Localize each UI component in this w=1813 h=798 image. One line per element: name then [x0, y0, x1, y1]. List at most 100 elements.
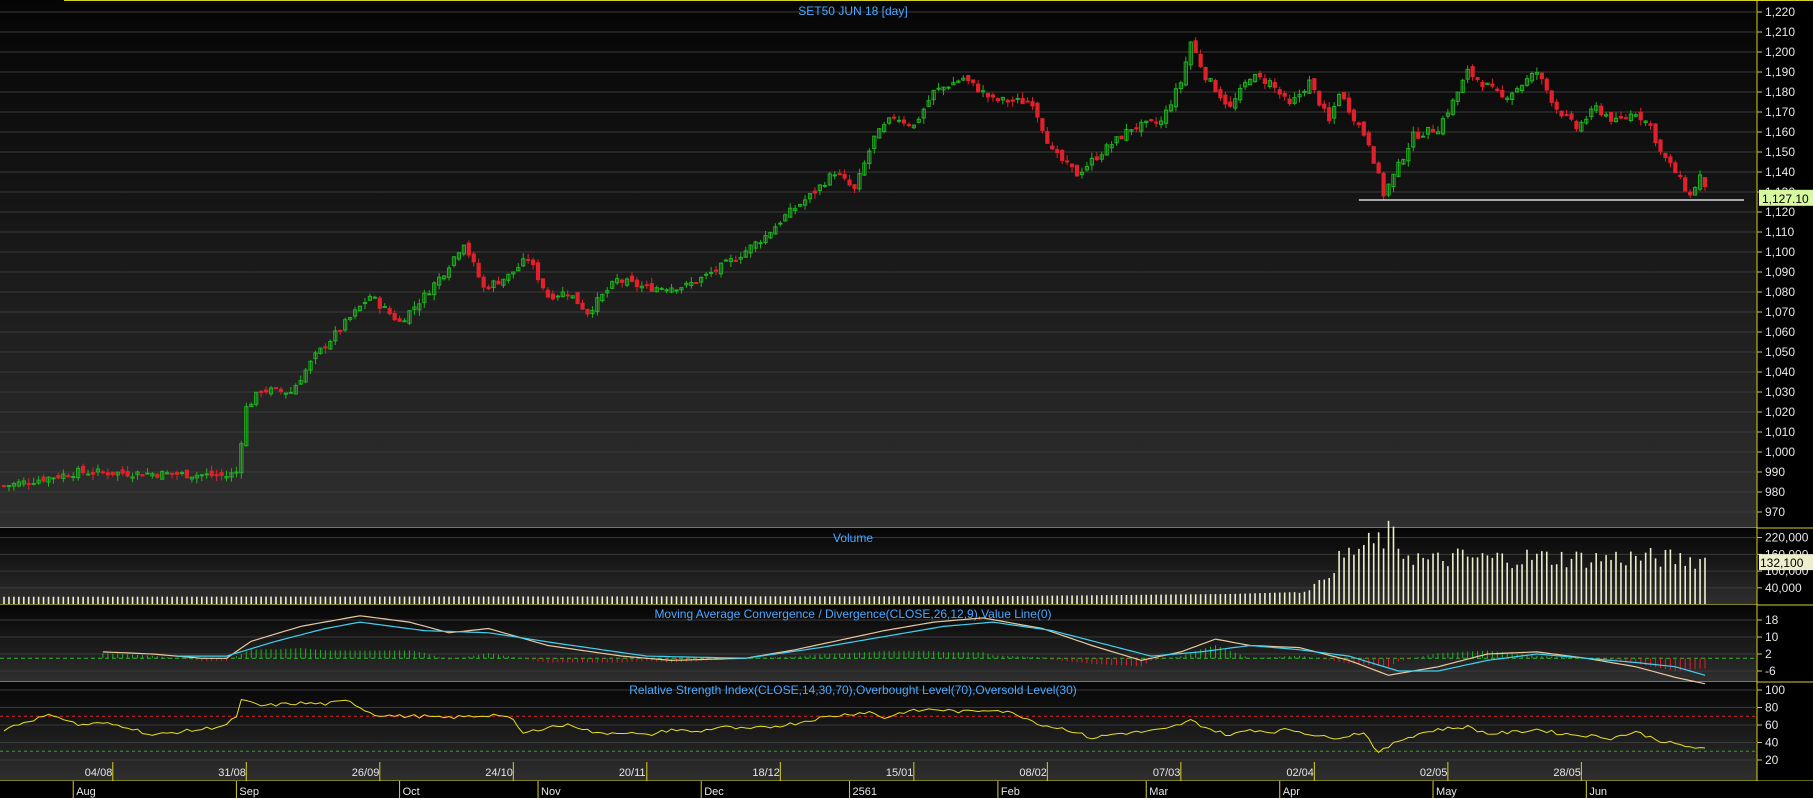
candle [1623, 117, 1628, 120]
date-tick-label: 31/08 [218, 767, 246, 779]
candle [1356, 122, 1361, 126]
y-tick-label: 1,110 [1765, 225, 1794, 239]
y-tick-label: 1,010 [1765, 425, 1795, 439]
candle [936, 87, 941, 90]
candle [1045, 130, 1050, 144]
y-tick-label: 20 [1765, 753, 1779, 767]
candle [852, 184, 857, 189]
panel-background-1 [0, 528, 1757, 605]
month-tick-label: Apr [1283, 786, 1300, 798]
y-tick-label: 1,170 [1765, 105, 1795, 119]
candle [540, 278, 546, 289]
candle [1673, 162, 1678, 174]
candle [619, 279, 625, 283]
candle [1599, 105, 1604, 116]
candle [26, 483, 31, 486]
candle [629, 275, 635, 282]
candle [90, 471, 96, 475]
candle [1549, 90, 1554, 103]
candle [704, 273, 709, 276]
candle [1060, 150, 1065, 162]
month-tick-label: Sep [239, 786, 259, 798]
candle [338, 329, 343, 332]
candle [990, 94, 996, 98]
candle [906, 124, 911, 127]
candle [145, 472, 150, 475]
candle [174, 472, 180, 475]
y-tick-label: 220,000 [1765, 531, 1809, 545]
candle [1569, 113, 1574, 120]
candle [575, 292, 580, 305]
candle [1658, 139, 1663, 152]
last-volume-label: 132,100 [1760, 556, 1804, 570]
y-tick-label: 1,090 [1765, 265, 1795, 279]
y-tick-label: 1,020 [1765, 405, 1795, 419]
candle [471, 253, 476, 263]
candle [1470, 66, 1475, 78]
candle [1154, 121, 1159, 124]
candle [481, 276, 486, 288]
y-tick-label: 1,080 [1765, 285, 1795, 299]
candle [550, 293, 555, 300]
candle [832, 174, 837, 177]
candle [263, 389, 269, 393]
candle [966, 75, 971, 82]
candle [140, 474, 145, 477]
date-tick-label: 07/03 [1153, 767, 1181, 779]
chart-canvas: 970 980 990 1,000 1,010 1,020 1,030 1,040 1,050 1… [0, 0, 1813, 798]
candle [842, 173, 847, 179]
candle [1574, 120, 1579, 130]
y-tick-label: 2 [1765, 647, 1772, 661]
date-tick-label: 24/10 [485, 767, 513, 779]
candle [1213, 79, 1218, 93]
candle [476, 262, 481, 278]
date-tick-label: 18/12 [752, 767, 780, 779]
candle [1030, 101, 1035, 107]
candle [1371, 146, 1376, 164]
candle [1495, 88, 1500, 92]
candle [377, 297, 382, 309]
candle [896, 119, 902, 122]
candle [674, 289, 679, 292]
candle [535, 262, 541, 281]
date-tick-label: 28/05 [1553, 767, 1581, 779]
candle [1618, 116, 1624, 119]
candle [664, 289, 669, 292]
candle [1074, 164, 1080, 177]
candle [1010, 99, 1015, 102]
y-tick-label: 1,150 [1765, 145, 1795, 159]
candle [392, 312, 397, 321]
candle [1663, 152, 1668, 159]
candle [1544, 78, 1549, 91]
candle [1688, 191, 1693, 196]
candle [985, 92, 991, 98]
candle [709, 271, 714, 274]
candle [1653, 123, 1658, 144]
candle [649, 283, 654, 292]
y-tick-label: 80 [1765, 701, 1779, 715]
date-tick-label: 02/04 [1286, 767, 1314, 779]
candle [1228, 101, 1233, 107]
candle [31, 482, 36, 485]
candle [1539, 72, 1544, 80]
month-tick-label: Feb [1001, 786, 1020, 798]
candle [1327, 107, 1332, 122]
candle [555, 295, 560, 298]
candle [946, 86, 951, 89]
candle [1341, 92, 1347, 100]
panel-title: SET50 JUN 18 [day] [798, 4, 907, 18]
candle [694, 282, 699, 285]
candle [209, 470, 214, 477]
candle [1282, 92, 1287, 97]
candle [1069, 163, 1075, 168]
candle [1005, 99, 1010, 103]
candle [526, 258, 531, 261]
date-tick-label: 04/08 [85, 767, 113, 779]
candle [1490, 83, 1495, 87]
y-tick-label: 1,050 [1765, 345, 1795, 359]
candle [1277, 89, 1282, 95]
candle [1317, 90, 1322, 106]
candle [1262, 78, 1268, 84]
candle [1257, 72, 1263, 78]
y-tick-label: 1,040 [1765, 365, 1795, 379]
